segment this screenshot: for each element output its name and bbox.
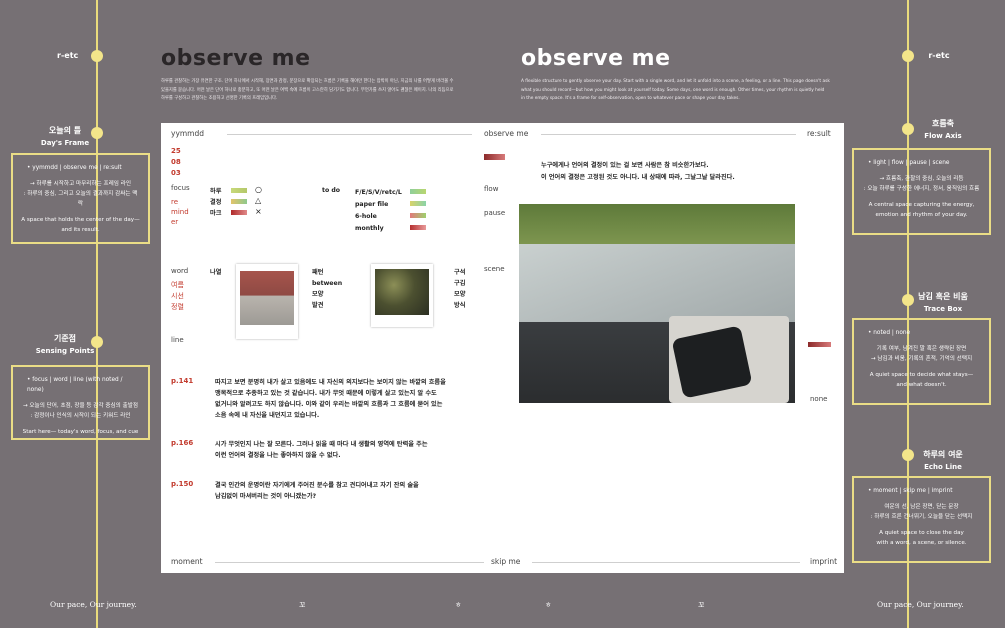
moment-label: moment — [171, 557, 203, 566]
flow-items: flow pause — [484, 185, 506, 217]
quote-text: 시가 무엇인지 나는 잘 모른다. 그러나 읽을 때 마다 내 생활의 영역에 … — [215, 441, 428, 459]
flow-text: 누구에게나 언어의 결정이 있는 걸 보면 사람은 참 비슷한가보다. 이 언어의… — [541, 162, 735, 181]
word-label: word — [171, 267, 189, 275]
reminder-label: re mind er — [171, 198, 189, 226]
date: 25 08 03 — [171, 147, 181, 177]
day-frame-card: • yymmdd | observe me | re:sult → 하루를 시작… — [11, 153, 150, 244]
right-footer: Our pace, Our journey. — [877, 600, 964, 609]
quote-page: p.141 — [171, 377, 194, 385]
right-section2-title: 남김 혹은 비움 Trace Box — [918, 292, 968, 313]
focus-swatch — [231, 210, 247, 215]
todo-swatch — [410, 201, 426, 206]
right-intro: A flexible structure to gently observe y… — [521, 79, 830, 101]
footer-glyph: ㅎ — [455, 601, 462, 609]
todo-items: F/E/S/V/retc/L paper file 6-hole monthly — [355, 189, 402, 232]
divider — [532, 562, 800, 563]
left-intro: 하루를 관찰하는 가장 유연한 구조. 단어 하나에서 시작해, 장면과 감정,… — [161, 79, 454, 101]
trace-swatch — [808, 342, 831, 347]
todo-swatch — [410, 189, 426, 194]
observe-label: observe me — [484, 129, 529, 138]
left-guide-line — [96, 0, 98, 628]
todo-swatch — [410, 225, 426, 230]
echo-line-card: • moment | skip me | imprint 여운의 선, 남은 장… — [852, 476, 991, 563]
quote-page: p.166 — [171, 439, 194, 447]
scene-label: scene — [484, 265, 505, 273]
trace-none: none — [810, 395, 828, 403]
divider — [215, 562, 484, 563]
quote-page: p.150 — [171, 480, 194, 488]
todo-label: to do — [322, 187, 341, 194]
divider — [227, 134, 472, 135]
photo-polaroid-leaves — [371, 264, 433, 327]
quote-text: 따지고 보면 분명히 내가 살고 있음에도 내 자신의 의지보다는 보이지 않는… — [215, 379, 446, 419]
skip-me-label: skip me — [491, 557, 521, 566]
trace-box-card: • noted | none 기록 여부, 남겨진 말 혹은 생략된 장면 → … — [852, 318, 991, 405]
photo-polaroid-wall — [236, 264, 298, 339]
footer-glyph: 꼬 — [698, 601, 705, 609]
yymmdd-label: yymmdd — [171, 129, 205, 138]
journal-page: yymmdd observe me re:sult 25 08 03 focus r… — [161, 123, 844, 573]
focus-swatch — [231, 199, 247, 204]
divider — [541, 134, 796, 135]
word-first: 나열 — [210, 269, 222, 276]
left-section2-title: 기준점 Sensing Points — [35, 334, 95, 355]
focus-items: 하루 결정 마크 — [210, 188, 222, 217]
word-red-list: 여름 시선 정렬 — [171, 281, 184, 311]
left-page-title: observe me — [161, 46, 311, 71]
left-top-label: r-etc — [57, 51, 79, 60]
flow-axis-card: • light | flow | pause | scene → 흐름축, 관찰… — [852, 148, 991, 235]
left-section1-title: 오늘의 틀 Day's Frame — [40, 126, 90, 147]
footer-glyph: 꼬 — [299, 601, 306, 609]
right-page-title: observe me — [521, 46, 671, 71]
sensing-points-card: • focus | word | line (with noted / none… — [11, 365, 150, 440]
right-section1-title: 흐름축 Flow Axis — [924, 119, 962, 140]
focus-label: focus — [171, 184, 190, 192]
word-right: 구석 구김 모양 방식 — [454, 269, 466, 309]
word-middle: 패턴 between 모양 발견 — [312, 269, 343, 309]
scene-photo — [519, 204, 795, 403]
left-footer: Our pace, Our journey. — [50, 600, 137, 609]
quote-text: 결국 인간의 운명이란 자기에게 주어진 분수를 참고 견디어내고 자기 잔의 … — [215, 482, 419, 500]
focus-swatch — [231, 188, 247, 193]
todo-swatch — [410, 213, 426, 218]
footer-glyph: ㅎ — [545, 601, 552, 609]
line-label: line — [171, 336, 184, 344]
right-section3-title: 하루의 여운 Echo Line — [923, 450, 963, 471]
imprint-label: imprint — [810, 557, 838, 566]
focus-symbols: ○ △ × — [255, 185, 262, 216]
right-top-label: r-etc — [928, 51, 950, 60]
flow-swatch — [484, 154, 505, 160]
result-label: re:sult — [807, 129, 831, 138]
